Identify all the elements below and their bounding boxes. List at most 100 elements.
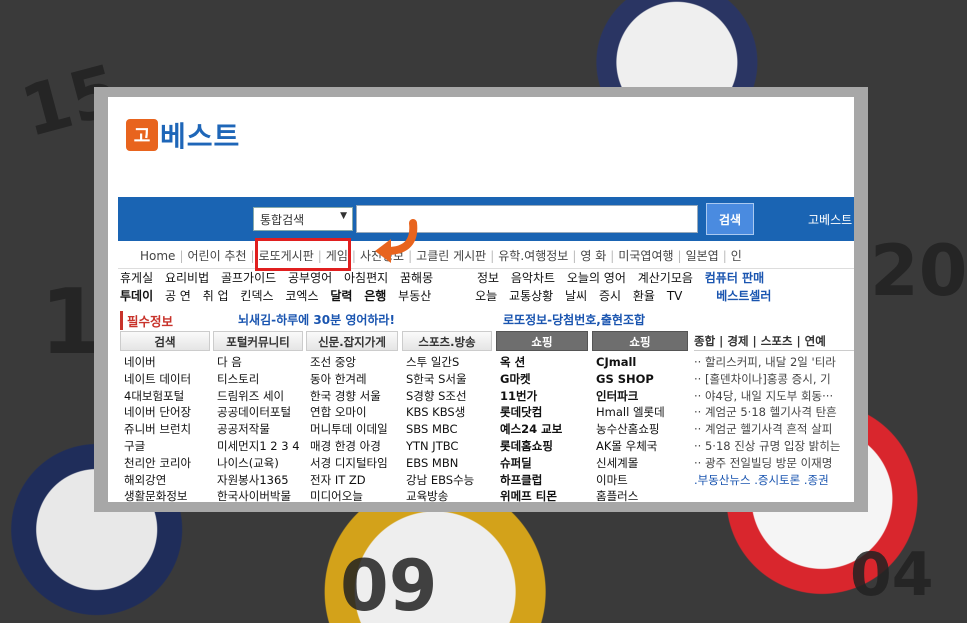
news-item[interactable]: ·· 광주 전일빌딩 방문 이재명 — [694, 455, 854, 472]
list-item[interactable]: 조선 중앙 — [310, 354, 398, 371]
list-item[interactable]: 농수산홈쇼핑 — [596, 421, 688, 438]
link-item[interactable]: 골프가이드 — [221, 271, 276, 285]
list-item[interactable]: 자원봉사1365 — [217, 472, 303, 489]
list-item[interactable]: 4대보험포털 — [124, 388, 210, 405]
headline-link[interactable]: 뇌새김-하루에 30분 영어하라! — [238, 311, 395, 328]
list-item[interactable]: 미세먼지1 2 3 4 — [217, 438, 303, 455]
nav-item-movie[interactable]: 영 화 — [576, 247, 610, 264]
list-item[interactable]: GS SHOP — [596, 371, 688, 388]
link-item[interactable]: 부동산 — [398, 289, 431, 303]
list-item[interactable]: 한국 경향 서울 — [310, 388, 398, 405]
list-item[interactable]: 구글 — [124, 438, 210, 455]
nav-item-home[interactable]: Home — [136, 249, 179, 263]
list-item[interactable]: 롯데홈쇼핑 — [500, 438, 588, 455]
list-item[interactable]: EBS MBN — [406, 455, 492, 472]
list-item[interactable]: S경향 S조선 — [406, 388, 492, 405]
news-item[interactable]: ·· 야4당, 내일 지도부 회동··· — [694, 388, 854, 405]
list-item[interactable]: 롯데닷컴 — [500, 404, 588, 421]
list-item[interactable]: 11번가 — [500, 388, 588, 405]
link-item[interactable]: 환율 — [633, 289, 655, 303]
link-item-bestseller[interactable]: 베스트셀러 — [716, 289, 771, 303]
list-item[interactable]: 연합 오마이 — [310, 404, 398, 421]
news-item[interactable]: ·· [홀덴차이나]홍콩 증시, 기 — [694, 371, 854, 388]
list-item[interactable]: 인터파크 — [596, 388, 688, 405]
news-item[interactable]: ·· 할리스커피, 내달 2일 '티라 — [694, 354, 854, 371]
nav-item-goclean-board[interactable]: 고클린 게시판 — [412, 247, 490, 264]
list-item[interactable]: 위메프 티몬 — [500, 488, 588, 502]
link-item[interactable]: 음악차트 — [511, 271, 555, 285]
list-item[interactable]: 공공데이터포털 — [217, 404, 303, 421]
list-item[interactable]: 티스토리 — [217, 371, 303, 388]
list-item[interactable]: 나이스(교육) — [217, 455, 303, 472]
nav-item-study-travel[interactable]: 유학.여행정보 — [494, 247, 572, 264]
link-item[interactable]: 날씨 — [565, 289, 587, 303]
list-item[interactable]: 서경 디지털타임 — [310, 455, 398, 472]
news-item[interactable]: ·· 계엄군 5·18 헬기사격 탄흔 — [694, 404, 854, 421]
list-item[interactable]: KBS KBS생 — [406, 404, 492, 421]
list-item[interactable]: 쥬니버 브런치 — [124, 421, 210, 438]
list-item[interactable]: 전자 IT ZD — [310, 472, 398, 489]
list-item[interactable]: 신세계몰 — [596, 455, 688, 472]
search-button[interactable]: 검색 — [706, 203, 754, 235]
list-item[interactable]: 해외강연 — [124, 472, 210, 489]
link-item[interactable]: 정보 — [477, 271, 499, 285]
list-item[interactable]: 다 음 — [217, 354, 303, 371]
list-item[interactable]: 네이버 — [124, 354, 210, 371]
list-item[interactable]: S한국 S서울 — [406, 371, 492, 388]
list-item[interactable]: AK몰 우체국 — [596, 438, 688, 455]
list-item[interactable]: 이마트 — [596, 472, 688, 489]
list-item[interactable]: 동아 한겨레 — [310, 371, 398, 388]
list-item[interactable]: 옥 션 — [500, 354, 588, 371]
link-item[interactable]: TV — [667, 289, 683, 303]
link-item[interactable]: 휴게실 — [120, 271, 153, 285]
list-item[interactable]: 네이버 단어장 — [124, 404, 210, 421]
news-item[interactable]: ·· 5·18 진상 규명 입장 밝히는 — [694, 438, 854, 455]
list-item[interactable]: 스투 일간S — [406, 354, 492, 371]
link-item[interactable]: 취 업 — [203, 289, 229, 303]
news-tabs[interactable]: 종합 | 경제 | 스포츠 | 연예 — [694, 331, 854, 351]
list-item[interactable]: 드림위즈 세이 — [217, 388, 303, 405]
news-item[interactable]: ·· 계엄군 헬기사격 흔적 살피 — [694, 421, 854, 438]
nav-item-japan[interactable]: 일본엽 — [682, 247, 723, 264]
link-item[interactable]: 계산기모음 — [638, 271, 693, 285]
list-item[interactable]: 머니투데 이데일 — [310, 421, 398, 438]
link-item[interactable]: 은행 — [364, 289, 386, 303]
link-item[interactable]: 꿈해몽 — [400, 271, 433, 285]
link-item[interactable]: 교통상황 — [509, 289, 553, 303]
list-item[interactable]: 하프클럽 — [500, 472, 588, 489]
list-item[interactable]: 생활문화정보 — [124, 488, 210, 502]
link-item[interactable]: 오늘 — [475, 289, 497, 303]
link-item[interactable]: 오늘의 영어 — [567, 271, 626, 285]
link-item[interactable]: 달력 — [330, 289, 352, 303]
list-item[interactable]: Hmall 엘롯데 — [596, 404, 688, 421]
search-category-select[interactable]: 통합검색 ▼ — [253, 207, 353, 231]
nav-item-us-travel[interactable]: 미국엽여행 — [614, 247, 677, 264]
link-item[interactable]: 요리비법 — [165, 271, 209, 285]
list-item[interactable]: SBS MBC — [406, 421, 492, 438]
list-item[interactable]: 미디어오늘 — [310, 488, 398, 502]
link-item[interactable]: 아침편지 — [344, 271, 388, 285]
list-item[interactable]: 네이트 데이터 — [124, 371, 210, 388]
site-logo[interactable]: 고 베스트 — [126, 115, 240, 155]
news-footer-links[interactable]: .부동산뉴스 .증시토론 .종권 — [694, 472, 854, 489]
link-item[interactable]: 킨덱스 — [240, 289, 273, 303]
list-item[interactable]: 슈퍼딜 — [500, 455, 588, 472]
list-item[interactable]: 공공저작물 — [217, 421, 303, 438]
list-item[interactable]: G마켓 — [500, 371, 588, 388]
list-item[interactable]: 강남 EBS수능 — [406, 472, 492, 489]
link-item[interactable]: 공 연 — [165, 289, 191, 303]
link-item[interactable]: 공부영어 — [288, 271, 332, 285]
nav-item-kids[interactable]: 어린이 추천 — [183, 247, 250, 264]
headline-link[interactable]: 로또정보-당첨번호,출현조합 — [503, 311, 645, 328]
list-item[interactable]: 한국사이버박물 — [217, 488, 303, 502]
list-item[interactable]: 천리안 코리아 — [124, 455, 210, 472]
list-item[interactable]: YTN JTBC — [406, 438, 492, 455]
link-item[interactable]: 투데이 — [120, 289, 153, 303]
list-item[interactable]: CJmall — [596, 354, 688, 371]
list-item[interactable]: 교육방송 — [406, 488, 492, 502]
link-item[interactable]: 증시 — [599, 289, 621, 303]
link-item[interactable]: 코엑스 — [285, 289, 318, 303]
link-item-computer-sale[interactable]: 컴퓨터 판매 — [705, 271, 764, 285]
list-item[interactable]: 매경 한경 아경 — [310, 438, 398, 455]
list-item[interactable]: 홈플러스 — [596, 488, 688, 502]
